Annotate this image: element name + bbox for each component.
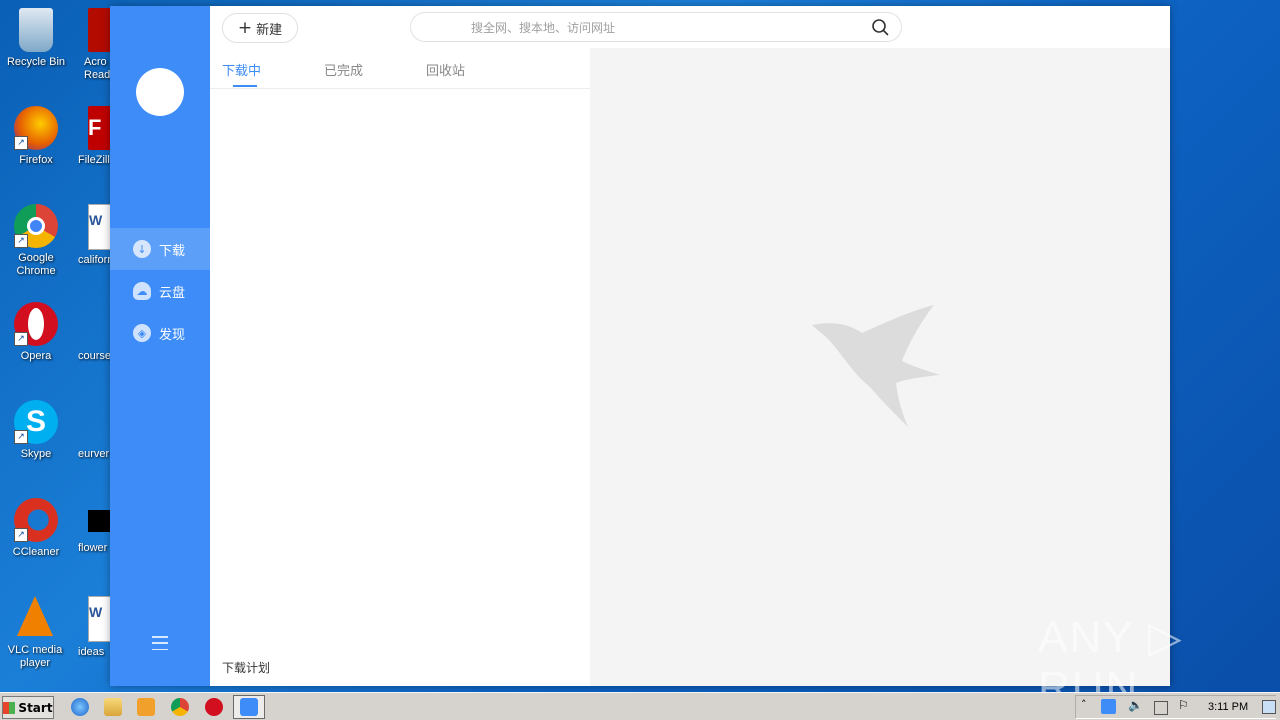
- desktop-icon-label: Opera: [20, 350, 52, 362]
- compass-icon: ◈: [133, 324, 151, 342]
- desktop-icon-firefox[interactable]: ↗ Firefox: [1, 106, 71, 167]
- desktop-icon-label: Google Chrome: [16, 252, 56, 277]
- network-icon[interactable]: [1154, 701, 1168, 715]
- vlc-icon: [17, 596, 53, 636]
- opera-icon: ↗: [14, 302, 58, 346]
- desktop-icon-recycle-bin[interactable]: Recycle Bin: [1, 8, 71, 69]
- desktop-icon-label: CCleaner: [12, 546, 60, 558]
- recycle-bin-icon: [19, 8, 53, 52]
- firefox-icon: ↗: [14, 106, 58, 150]
- tab-active-indicator: [233, 85, 257, 87]
- desktop-icon-label: Recycle Bin: [6, 56, 66, 68]
- sidebar-item-discover[interactable]: ◈ 发现: [110, 312, 210, 354]
- show-hidden-icons-icon[interactable]: ˄: [1081, 698, 1087, 711]
- media-player-icon[interactable]: [137, 698, 155, 716]
- ie-icon[interactable]: [71, 698, 89, 716]
- desktop-icon-chrome[interactable]: ↗ Google Chrome: [1, 204, 71, 278]
- plus-icon: +: [237, 17, 253, 38]
- top-bar: + 新建 搜全网、搜本地、访问网址: [210, 6, 1170, 48]
- clock[interactable]: 3:11 PM: [1208, 701, 1248, 713]
- bird-app-icon: [240, 698, 258, 716]
- new-task-button[interactable]: + 新建: [222, 13, 298, 43]
- desktop-icon-vlc[interactable]: VLC media player: [0, 596, 70, 670]
- search-placeholder: 搜全网、搜本地、访问网址: [471, 21, 616, 35]
- volume-icon[interactable]: 🔈: [1128, 698, 1143, 712]
- explorer-icon[interactable]: [104, 698, 122, 716]
- search-icon[interactable]: [871, 18, 889, 36]
- shortcut-arrow-icon: ↗: [14, 136, 28, 150]
- avatar[interactable]: [136, 68, 184, 116]
- taskbar: Start ˄ 🔈 ⚐ 3:11 PM: [0, 692, 1280, 720]
- opera-taskbar-icon[interactable]: [205, 698, 223, 716]
- new-task-label: 新建: [256, 22, 283, 38]
- search-input[interactable]: 搜全网、搜本地、访问网址: [410, 12, 902, 42]
- active-app-taskbar-button[interactable]: [233, 695, 265, 719]
- ccleaner-icon: ↗: [14, 498, 58, 542]
- desktop-icon-skype[interactable]: S ↗ Skype: [1, 400, 71, 461]
- start-button[interactable]: Start: [2, 696, 54, 719]
- sidebar-item-label: 云盘: [159, 285, 186, 301]
- bird-logo-icon: [812, 305, 940, 427]
- desktop-icon-ccleaner[interactable]: ↗ CCleaner: [1, 498, 71, 559]
- cloud-icon: ☁: [133, 282, 151, 300]
- download-list-panel: 下载中 已完成 回收站 下载计划: [210, 48, 590, 686]
- show-desktop-icon[interactable]: [1262, 700, 1276, 714]
- skype-icon: S ↗: [14, 400, 58, 444]
- desktop-icon-label: Firefox: [19, 154, 53, 166]
- menu-icon[interactable]: [152, 636, 168, 650]
- sidebar-item-label: 下载: [159, 243, 186, 259]
- sidebar-item-download[interactable]: ↓ 下载: [110, 228, 210, 270]
- download-plan-link[interactable]: 下载计划: [222, 659, 270, 676]
- shortcut-arrow-icon: ↗: [14, 234, 28, 248]
- tab-recycle-bin[interactable]: 回收站: [426, 60, 465, 79]
- image-file-icon: [88, 510, 112, 532]
- bird-tray-icon[interactable]: [1101, 699, 1116, 714]
- desktop-icon-label: Acro Read: [84, 56, 111, 81]
- sidebar-item-cloud[interactable]: ☁ 云盘: [110, 270, 210, 312]
- download-manager-window: ↓ 下载 ☁ 云盘 ◈ 发现 + 新建 搜全网、搜本地、访问网址 下载中 已完成…: [110, 6, 1170, 686]
- shortcut-arrow-icon: ↗: [14, 430, 28, 444]
- tab-completed[interactable]: 已完成: [324, 60, 363, 79]
- chrome-taskbar-icon[interactable]: [171, 698, 189, 716]
- desktop-icon-opera[interactable]: ↗ Opera: [1, 302, 71, 363]
- detail-panel: [590, 48, 1170, 686]
- windows-logo-icon: [3, 701, 16, 714]
- start-label: Start: [18, 700, 53, 715]
- shortcut-arrow-icon: ↗: [14, 528, 28, 542]
- shortcut-arrow-icon: ↗: [14, 332, 28, 346]
- tab-downloading[interactable]: 下载中: [222, 60, 261, 79]
- sidebar-item-label: 发现: [159, 327, 186, 343]
- desktop-icon-label: VLC media player: [7, 644, 63, 669]
- download-icon: ↓: [133, 240, 151, 258]
- tab-bar: 下载中 已完成 回收站: [210, 48, 590, 89]
- desktop-icon-label: Skype: [20, 448, 52, 460]
- sidebar: ↓ 下载 ☁ 云盘 ◈ 发现: [110, 6, 210, 686]
- chrome-icon: ↗: [14, 204, 58, 248]
- action-center-flag-icon[interactable]: ⚐: [1178, 698, 1189, 712]
